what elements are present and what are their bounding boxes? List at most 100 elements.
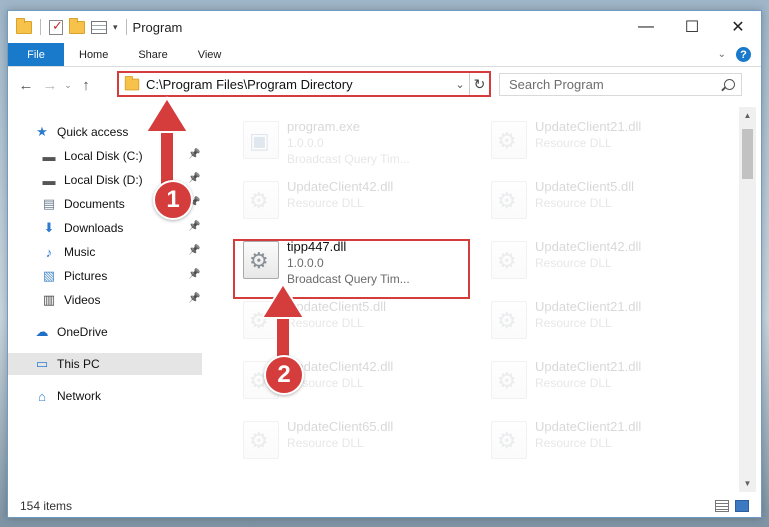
file-name: UpdateClient21.dll [535,299,642,314]
new-folder-icon[interactable] [69,17,85,34]
scroll-up-arrow-icon[interactable]: ▲ [739,107,756,124]
file-details: UpdateClient5.dll Resource DLL [535,179,634,211]
file-meta: Resource DLL [287,196,364,210]
file-name: UpdateClient21.dll [535,119,642,134]
pin-icon: 📌 [188,221,201,232]
refresh-icon[interactable]: ↻ [469,73,489,95]
sidebar-item-local-disk-c[interactable]: ▬ Local Disk (C:) 📌 [41,145,202,167]
file-item[interactable]: UpdateClient42.dll Resource DLL [235,175,467,233]
minimize-button[interactable]: — [623,11,669,43]
pin-icon: 📌 [188,197,201,208]
file-item[interactable]: UpdateClient21.dll Resource DLL [483,295,715,353]
tab-home[interactable]: Home [64,43,123,66]
address-path[interactable]: C:\Program Files\Program Directory [146,77,353,92]
drive-icon: ▬ [42,172,56,188]
file-item[interactable]: UpdateClient21.dll Resource DLL [483,355,715,413]
tab-file[interactable]: File [8,43,64,66]
file-item[interactable]: UpdateClient42.dll Resource DLL [235,355,467,413]
vertical-scrollbar[interactable]: ▲ ▼ [739,107,756,492]
file-item[interactable]: UpdateClient42.dll Resource DLL [483,235,715,293]
details-view-icon[interactable] [715,500,729,512]
pictures-icon: ▧ [42,268,56,283]
sidebar-item-quick-access[interactable]: ★ Quick access [34,121,202,143]
file-name: UpdateClient42.dll [287,179,394,194]
file-item[interactable]: UpdateClient5.dll Resource DLL [235,295,467,353]
tab-share[interactable]: Share [123,43,182,66]
cloud-icon: ☁ [35,324,49,339]
sidebar-item-label: Documents [64,197,125,211]
forward-arrow-icon[interactable]: → [38,77,62,94]
sidebar-item-onedrive[interactable]: ☁ OneDrive [34,321,202,343]
exe-icon [243,121,279,159]
address-dropdown-icon[interactable]: ⌄ [451,78,469,91]
close-button[interactable]: ✕ [715,11,761,43]
scroll-thumb[interactable] [742,129,753,179]
file-details: UpdateClient5.dll Resource DLL [287,299,386,331]
dll-icon [491,121,527,159]
computer-icon: ▭ [35,356,49,371]
search-input[interactable]: Search Program [500,77,604,92]
help-icon[interactable]: ? [736,47,751,62]
scroll-down-arrow-icon[interactable]: ▼ [739,475,756,492]
ribbon-right-controls: ⌄ ? [718,43,761,66]
sidebar-item-pictures[interactable]: ▧ Pictures 📌 [41,265,202,287]
file-item[interactable]: UpdateClient5.dll Resource DLL [483,175,715,233]
sidebar-item-downloads[interactable]: ⬇ Downloads 📌 [41,217,202,239]
pin-icon: 📌 [188,173,201,184]
dll-icon [243,181,279,219]
sidebar-item-music[interactable]: ♪ Music 📌 [41,241,202,263]
search-icon[interactable] [724,79,735,90]
network-icon: ⌂ [38,388,46,404]
file-item[interactable]: program.exe 1.0.0.0 Broadcast Query Tim... [235,115,467,173]
sidebar-item-label: Videos [64,293,101,307]
download-icon: ⬇ [43,220,55,235]
music-icon: ♪ [45,244,53,260]
drive-icon: ▬ [42,148,56,164]
navigation-bar: ← → ⌄ ↑ C:\Program Files\Program Directo… [8,69,761,101]
dll-icon [491,301,527,339]
file-item[interactable]: UpdateClient65.dll Resource DLL [235,415,467,473]
address-bar[interactable]: C:\Program Files\Program Directory ⌄ ↻ [117,71,491,97]
status-bar: 154 items [8,495,761,517]
recent-locations-icon[interactable]: ⌄ [62,80,74,91]
file-item[interactable]: UpdateClient21.dll Resource DLL [483,415,715,473]
documents-icon: ▤ [42,196,56,211]
sidebar-item-this-pc[interactable]: ▭ This PC [8,353,202,375]
folder-icon[interactable] [16,17,32,34]
dll-icon [243,301,279,339]
properties-icon[interactable] [49,18,63,35]
search-box[interactable]: Search Program [499,73,742,96]
sidebar-item-network[interactable]: ⌂ Network [34,385,202,407]
up-arrow-icon[interactable]: ↑ [74,77,98,94]
file-name: UpdateClient5.dll [535,179,635,194]
customize-toolbar-icon[interactable]: ▾ [113,22,118,33]
file-meta: Resource DLL [535,436,612,450]
tab-view[interactable]: View [183,43,237,66]
file-details: UpdateClient21.dll Resource DLL [535,119,641,151]
file-item[interactable]: UpdateClient21.dll Resource DLL [483,115,715,173]
file-meta: Resource DLL [535,316,612,330]
sidebar-item-label: Local Disk (D:) [64,173,143,187]
sidebar-item-label: Pictures [64,269,108,283]
view-options-icon[interactable] [91,20,107,34]
pin-icon: 📌 [188,269,201,280]
file-details: UpdateClient42.dll Resource DLL [287,359,393,391]
ribbon-tabs: File Home Share View ⌄ ? [8,43,761,67]
expand-ribbon-chevron-icon[interactable]: ⌄ [718,49,726,60]
sidebar-item-videos[interactable]: ▥ Videos 📌 [41,289,202,311]
file-name: UpdateClient42.dll [535,239,642,254]
quick-access-toolbar: ▾ [8,11,129,43]
sidebar-item-local-disk-d[interactable]: ▬ Local Disk (D:) 📌 [41,169,202,191]
large-icons-view-icon[interactable] [735,500,749,512]
file-details: UpdateClient21.dll Resource DLL [535,419,641,451]
file-details: UpdateClient65.dll Resource DLL [287,419,393,451]
sidebar-item-documents[interactable]: ▤ Documents 📌 [41,193,202,215]
back-arrow-icon[interactable]: ← [14,77,38,94]
sidebar-item-label: This PC [57,357,100,371]
file-name: UpdateClient5.dll [287,299,387,314]
file-details: program.exe 1.0.0.0 Broadcast Query Tim... [287,119,410,167]
dll-icon [491,241,527,279]
maximize-button[interactable]: ☐ [669,11,715,43]
file-meta: Resource DLL [287,376,364,390]
toolbar-separator [40,19,41,35]
